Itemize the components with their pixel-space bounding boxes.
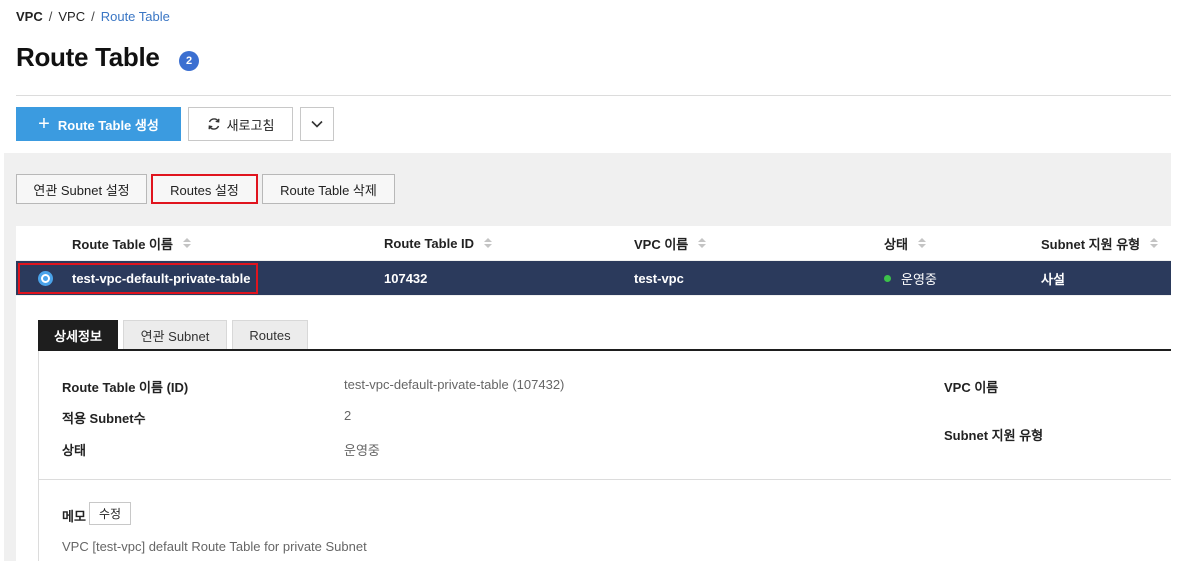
routes-settings-button[interactable]: Routes 설정	[151, 174, 258, 204]
chevron-down-icon	[311, 120, 323, 128]
detail-content	[38, 351, 1171, 561]
detail-divider	[39, 479, 1171, 480]
sort-icon[interactable]	[1150, 238, 1159, 248]
tab-routes[interactable]: Routes	[232, 320, 308, 350]
sort-icon[interactable]	[182, 238, 191, 248]
status-running-icon	[884, 274, 891, 282]
memo-label: 메모	[62, 509, 86, 524]
create-button-label: Route Table 생성	[57, 117, 159, 133]
memo-edit-button[interactable]: 수정	[89, 502, 131, 525]
cell-vpc: test-vpc	[634, 270, 684, 286]
sort-icon[interactable]	[484, 238, 493, 248]
memo-text: VPC [test-vpc] default Route Table for p…	[62, 539, 367, 554]
subnet-association-button[interactable]: 연관 Subnet 설정	[16, 174, 147, 204]
sort-icon[interactable]	[698, 238, 707, 248]
cell-subnet-type: 사설	[1041, 271, 1065, 287]
page-title: Route Table	[16, 42, 160, 72]
detail-label-subnet-type: Subnet 지원 유형	[944, 428, 1044, 443]
detail-label-subnet-count: 적용 Subnet수	[62, 411, 146, 426]
status-text: 운영중	[901, 271, 937, 287]
cell-name: test-vpc-default-private-table	[72, 270, 251, 286]
sort-icon[interactable]	[917, 238, 926, 248]
breadcrumb-separator: /	[48, 9, 53, 24]
breadcrumb-separator: /	[91, 9, 95, 24]
column-header-label: Subnet 지원 유형	[1041, 236, 1141, 252]
create-route-table-button[interactable]: + Route Table 생성	[16, 107, 181, 141]
detail-label-vpc: VPC 이름	[944, 380, 999, 395]
table-header: Route Table 이름 Route Table ID VPC 이름 상태 …	[16, 226, 1171, 260]
tab-details[interactable]: 상세정보	[38, 320, 118, 350]
column-header-name[interactable]: Route Table 이름	[72, 226, 191, 260]
breadcrumb-item-vpc[interactable]: VPC	[58, 9, 85, 24]
breadcrumb-item-vpc-root[interactable]: VPC	[16, 9, 43, 24]
column-header-vpc[interactable]: VPC 이름	[634, 226, 707, 260]
column-header-label: Route Table ID	[384, 235, 475, 251]
refresh-button-label: 새로고침	[226, 117, 275, 133]
more-dropdown-button[interactable]	[300, 107, 334, 141]
detail-value-status: 운영중	[344, 443, 380, 458]
breadcrumb: VPC / VPC / Route Table	[16, 9, 170, 24]
column-header-id[interactable]: Route Table ID	[384, 226, 493, 260]
detail-label-status: 상태	[62, 443, 86, 458]
column-header-subnet-type[interactable]: Subnet 지원 유형	[1041, 226, 1159, 260]
column-header-label: Route Table 이름	[72, 236, 173, 252]
detail-value-name: test-vpc-default-private-table (107432)	[344, 377, 565, 392]
refresh-button[interactable]: 새로고침	[188, 107, 293, 141]
row-radio-button[interactable]	[38, 271, 53, 286]
refresh-icon	[208, 118, 220, 130]
breadcrumb-item-current: Route Table	[100, 9, 170, 24]
delete-route-table-button[interactable]: Route Table 삭제	[262, 174, 395, 204]
detail-label-name: Route Table 이름 (ID)	[62, 380, 189, 395]
column-header-label: 상태	[884, 236, 908, 252]
plus-icon: +	[38, 113, 50, 135]
cell-id: 107432	[384, 270, 428, 286]
cell-status: 운영중	[884, 261, 937, 295]
table-row[interactable]: test-vpc-default-private-table 107432 te…	[16, 261, 1171, 295]
header-divider	[16, 95, 1171, 96]
tab-associated-subnet[interactable]: 연관 Subnet	[123, 320, 227, 350]
detail-value-subnet-count: 2	[344, 408, 352, 423]
column-header-label: VPC 이름	[634, 236, 689, 252]
count-badge: 2	[179, 51, 199, 71]
column-header-status[interactable]: 상태	[884, 226, 926, 260]
